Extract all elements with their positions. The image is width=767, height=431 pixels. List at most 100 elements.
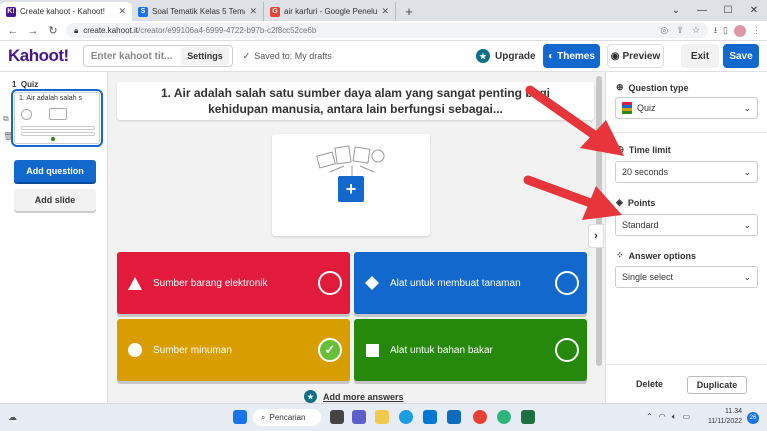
forward-icon[interactable]: → (26, 25, 40, 37)
correct-toggle-checked[interactable]: ✓ (318, 338, 342, 362)
points-select[interactable]: Standard ⌄ (615, 214, 758, 236)
task-view-icon[interactable] (330, 410, 344, 424)
duplicate-slide-icon[interactable]: ⧉ (3, 114, 9, 124)
answer-text: Alat untuk membuat tanaman (390, 277, 521, 289)
kahoot-logo[interactable]: Kahoot! (8, 46, 69, 66)
question-type-select[interactable]: Quiz ⌄ (615, 97, 758, 119)
search-icon: ⌕ (261, 412, 266, 422)
add-media-button[interactable]: + (338, 176, 364, 202)
time-limit-select[interactable]: 20 seconds ⌄ (615, 161, 758, 183)
new-tab-icon[interactable]: + (400, 2, 418, 21)
browser-tab-google[interactable]: G air karfuri - Google Penelusuran ✕ (264, 2, 396, 21)
sidebar-icon[interactable]: ▯ (723, 25, 728, 36)
square-icon (364, 342, 380, 358)
duplicate-button[interactable]: Duplicate (687, 376, 747, 394)
thumb-image-icon (49, 108, 67, 120)
chat-icon[interactable] (352, 410, 366, 424)
answer-options-select[interactable]: Single select ⌄ (615, 266, 758, 288)
label-text: Points (627, 197, 656, 208)
save-button[interactable]: Save (723, 44, 759, 68)
app-icon[interactable] (497, 410, 511, 424)
select-value: 20 seconds (622, 167, 669, 177)
points-icon: ◈ (616, 197, 623, 207)
exit-button[interactable]: Exit (681, 44, 719, 68)
close-tab-icon[interactable]: ✕ (249, 6, 257, 17)
add-more-answers-button[interactable]: ★ Add more answers (304, 390, 404, 403)
file-explorer-icon[interactable] (375, 410, 389, 424)
store-icon[interactable] (423, 410, 437, 424)
windows-start-icon[interactable] (233, 410, 247, 424)
weather-icon[interactable]: ☁ (8, 412, 17, 423)
bookmark-star-icon[interactable]: ☆ (692, 25, 700, 36)
profile-avatar[interactable] (734, 24, 746, 37)
excel-icon[interactable] (521, 410, 535, 424)
correct-toggle[interactable] (555, 271, 579, 295)
add-question-button[interactable]: Add question (14, 160, 96, 182)
url-input[interactable]: 🔒︎ create.kahoot.it/creator/e99106a4-699… (66, 23, 708, 38)
answer-option-1[interactable]: Sumber barang elektronik (117, 252, 350, 314)
select-value: Standard (622, 220, 659, 230)
word-icon[interactable] (447, 410, 461, 424)
preview-label: Preview (622, 50, 661, 62)
close-window-icon[interactable]: ✕ (741, 0, 767, 21)
upgrade-button[interactable]: ★ Upgrade (476, 49, 536, 63)
answer-options-icon: ⁘ (616, 250, 624, 260)
address-bar: ← → ↻ 🔒︎ create.kahoot.it/creator/e99106… (0, 21, 767, 41)
browser-tab-soal[interactable]: S Soal Tematik Kelas 5 Tema 8 Sub ✕ (132, 2, 264, 21)
reload-icon[interactable]: ↻ (46, 24, 60, 37)
collapse-panel-button[interactable]: › (588, 224, 604, 248)
star-icon: ★ (304, 390, 317, 403)
quiz-icon (622, 102, 632, 114)
answer-text: Sumber minuman (153, 344, 232, 356)
maximize-icon[interactable]: ☐ (715, 0, 741, 21)
volume-icon[interactable]: 🔈︎ (672, 412, 677, 422)
chevron-up-icon[interactable]: ⌃ (646, 412, 653, 422)
taskbar-search[interactable]: ⌕ Pencarian (253, 409, 321, 426)
chevron-down-icon: ⌄ (743, 166, 751, 177)
notification-badge[interactable]: 26 (747, 412, 759, 424)
slide-sidebar: 1 Quiz ⧉ 🗑︎ 1. Air adalah salah s Add qu… (0, 72, 108, 403)
browser-tab-strip: K! Create kahoot - Kahoot! ✕ S Soal Tema… (0, 0, 767, 21)
add-slide-button[interactable]: Add slide (14, 189, 96, 211)
tab-title: air karfuri - Google Penelusuran (284, 7, 378, 16)
clock[interactable]: 11.34 11/11/2022 (708, 407, 742, 427)
edge-icon[interactable] (399, 410, 413, 424)
chrome-icon[interactable] (473, 410, 487, 424)
wifi-icon[interactable]: ◠ (659, 412, 666, 422)
tab-title: Soal Tematik Kelas 5 Tema 8 Sub (152, 7, 245, 16)
themes-button[interactable]: ◐ Themes (543, 44, 600, 68)
delete-button[interactable]: Delete (636, 379, 663, 389)
question-type-icon: ⊕ (616, 82, 624, 92)
answer-option-4[interactable]: Alat untuk bahan bakar (354, 319, 587, 381)
add-more-label: Add more answers (323, 391, 404, 402)
slide-number: 1 (12, 80, 17, 89)
canvas-scrollbar[interactable] (596, 76, 602, 366)
window-controls: ⌄ — ☐ ✕ (663, 0, 767, 21)
tab-search-icon[interactable]: ⌄ (663, 0, 689, 21)
slide-thumbnail[interactable]: 1. Air adalah salah s (11, 89, 103, 147)
preview-button[interactable]: ◉ Preview (607, 44, 664, 68)
download-icon[interactable]: ⭳ (714, 23, 717, 39)
answer-option-2[interactable]: Alat untuk membuat tanaman (354, 252, 587, 314)
date-text: 11/11/2022 (708, 418, 742, 425)
close-tab-icon[interactable]: ✕ (118, 6, 126, 17)
kahoot-favicon-icon: K! (6, 6, 16, 17)
minimize-icon[interactable]: — (689, 0, 715, 21)
battery-icon[interactable]: ▭ (683, 412, 691, 422)
select-value: Quiz (637, 103, 656, 113)
settings-button[interactable]: Settings (181, 47, 229, 65)
answer-option-3[interactable]: Sumber minuman ✓ (117, 319, 350, 381)
share-icon[interactable]: ⇪ (676, 25, 684, 36)
kahoot-title-input[interactable]: Enter kahoot tit... Settings (82, 45, 233, 67)
correct-toggle[interactable] (318, 271, 342, 295)
close-tab-icon[interactable]: ✕ (381, 6, 389, 17)
correct-toggle[interactable] (555, 338, 579, 362)
back-icon[interactable]: ← (6, 25, 20, 37)
browser-tab-kahoot[interactable]: K! Create kahoot - Kahoot! ✕ (0, 2, 132, 21)
delete-slide-icon[interactable]: 🗑︎ (3, 132, 13, 141)
question-text-input[interactable]: 1. Air adalah salah satu sumber daya ala… (117, 82, 594, 120)
browser-menu-icon[interactable]: ⋮ (752, 25, 761, 36)
slide-type: Quiz (20, 80, 39, 89)
media-upload-area[interactable]: + (272, 134, 430, 236)
google-lens-icon[interactable]: ◎ (660, 25, 668, 36)
